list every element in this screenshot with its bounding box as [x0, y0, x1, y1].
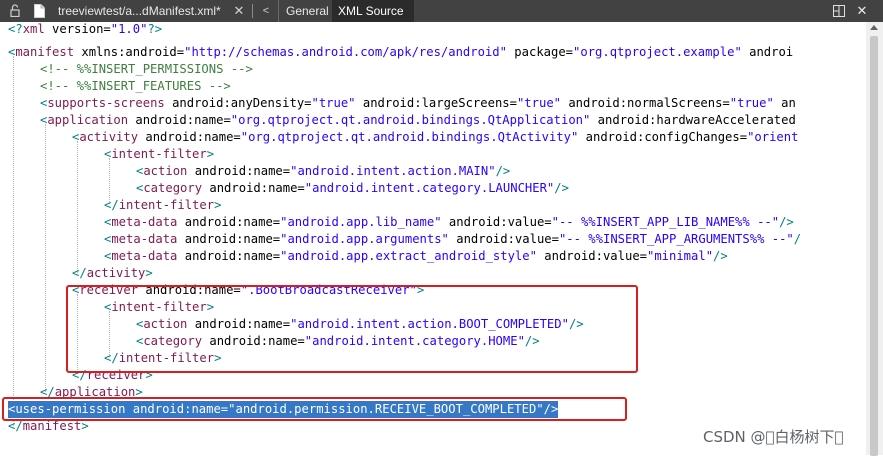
- code-line-application-open: <application android:name="org.qtproject…: [40, 113, 796, 127]
- split-editor-icon[interactable]: [833, 5, 845, 17]
- code-line-action-main: <action android:name="android.intent.act…: [136, 164, 511, 178]
- code-line-xml-declaration: <?xml version="1.0"?>: [8, 22, 163, 36]
- highlight-box-receiver: [66, 285, 638, 373]
- editor-tab-bar: treeviewtest/a...dManifest.xml* ✕ < Gene…: [0, 0, 883, 22]
- code-line-comment-features: <!-- %%INSERT_FEATURES -->: [40, 79, 231, 93]
- indent-guide: [13, 56, 14, 426]
- code-line-intent-filter-close: </intent-filter>: [104, 198, 222, 212]
- tab-general[interactable]: General: [278, 0, 337, 22]
- indent-guide: [45, 124, 46, 392]
- scrollbar-thumb[interactable]: [870, 36, 878, 456]
- code-line-meta-lib-name: <meta-data android:name="android.app.lib…: [104, 215, 794, 229]
- code-line-comment-permissions: <!-- %%INSERT_PERMISSIONS -->: [40, 62, 253, 76]
- scroll-up-arrow-icon[interactable]: [870, 25, 878, 30]
- code-line-meta-style: <meta-data android:name="android.app.ext…: [104, 249, 728, 263]
- tab-separator: [252, 4, 253, 18]
- close-tab-button[interactable]: ✕: [232, 0, 246, 22]
- tab-xml-source[interactable]: XML Source: [332, 0, 414, 22]
- file-tab-title[interactable]: treeviewtest/a...dManifest.xml*: [58, 0, 221, 22]
- file-icon: [34, 4, 45, 18]
- xml-source-editor[interactable]: <?xml version="1.0"?> <manifest xmlns:an…: [0, 22, 866, 455]
- lock-icon: [10, 4, 20, 17]
- indent-guide: [77, 141, 78, 273]
- watermark-text: CSDN @ 白杨树下 : [703, 428, 844, 446]
- vertical-scrollbar[interactable]: [866, 22, 883, 456]
- code-line-category-launcher: <category android:name="android.intent.c…: [136, 181, 569, 195]
- code-line-activity-open: <activity android:name="org.qtproject.qt…: [72, 130, 799, 144]
- tab-nav-left-button[interactable]: <: [260, 0, 272, 22]
- code-line-meta-arguments: <meta-data android:name="android.app.arg…: [104, 232, 802, 246]
- code-line-intent-filter-open: <intent-filter>: [104, 147, 215, 161]
- close-editor-button[interactable]: ✕: [855, 0, 869, 22]
- highlight-box-uses-permission: [2, 397, 627, 421]
- code-line-supports-screens: <supports-screens android:anyDensity="tr…: [40, 96, 796, 110]
- code-line-activity-close: </activity>: [72, 266, 153, 280]
- code-line-manifest-open: <manifest xmlns:android="http://schemas.…: [8, 45, 794, 59]
